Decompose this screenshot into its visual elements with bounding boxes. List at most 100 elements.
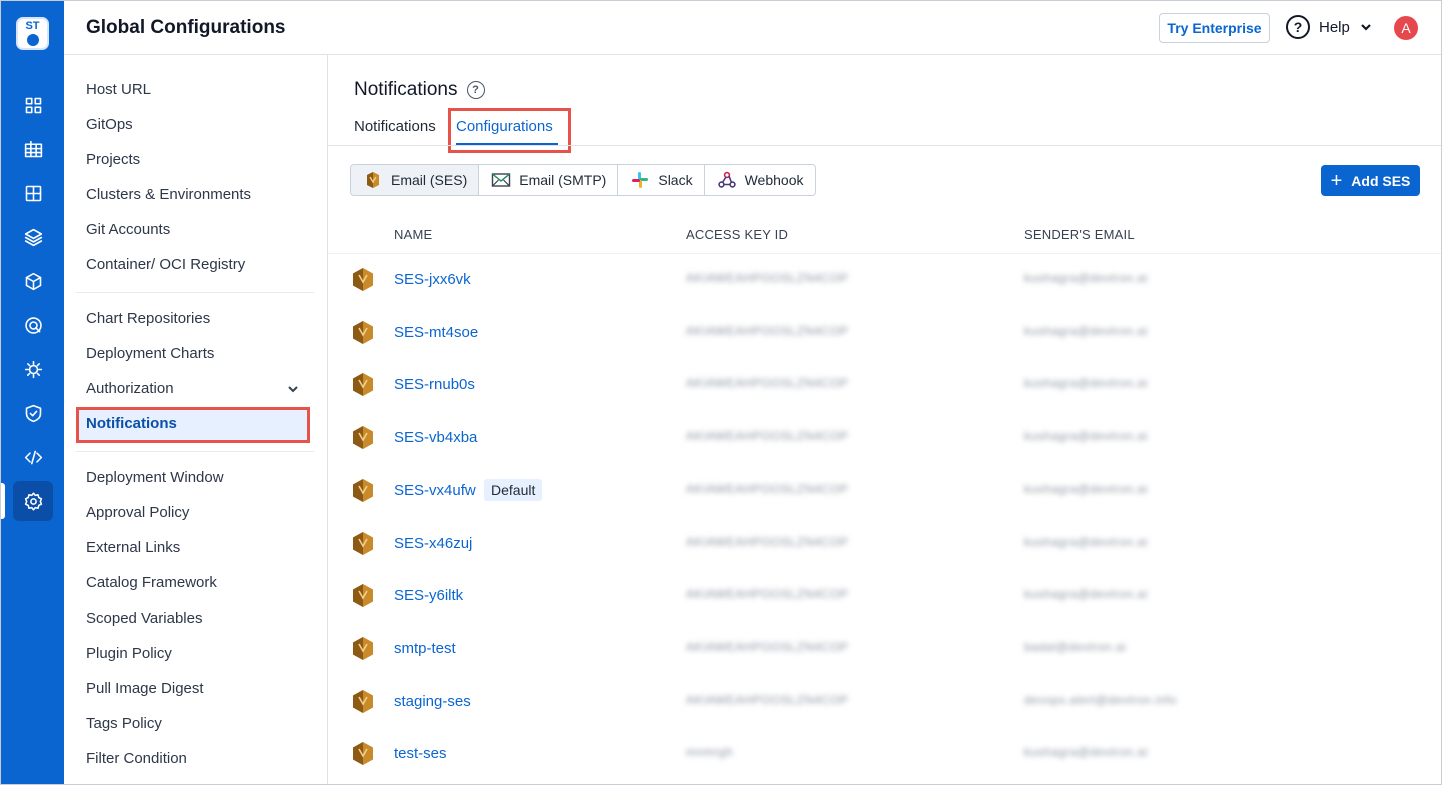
apps-icon[interactable] [13,85,53,125]
sender-email-value: kushagra@devtron.ai [1024,481,1148,496]
table-row[interactable]: SES-y6iltk AKIAWEAHPOOSLZN4COP kushagra@de… [328,570,1441,623]
sender-email-value: kushagra@devtron.ai [1024,429,1148,444]
sender-email-value: kushagra@devtron.ai [1024,745,1148,760]
bug-icon[interactable] [13,349,53,389]
sidebar-item-clusters-environments[interactable]: Clusters & Environments [86,185,251,205]
app-window: ST Global Configurations Try Enterprise … [0,0,1442,785]
try-enterprise-button[interactable]: Try Enterprise [1159,13,1270,43]
segment-slack[interactable]: Slack [618,165,705,195]
sidebar-item-deployment-window[interactable]: Deployment Window [86,468,224,488]
sidebar-item-projects[interactable]: Projects [86,150,140,170]
segment-email-ses[interactable]: Email (SES) [351,165,480,195]
access-key-value: AKIAWEAHPOOSLZN4COP [686,534,849,549]
table-row[interactable]: SES-vx4ufw Default AKIAWEAHPOOSLZN4COP kush… [328,465,1441,518]
shield-check-icon[interactable] [13,393,53,433]
sender-email-value: kushagra@devtron.ai [1024,587,1148,602]
sidebar-divider [76,292,314,293]
sidebar-item-container-registry[interactable]: Container/ OCI Registry [86,255,245,275]
top-header: Global Configurations Try Enterprise ? H… [64,1,1441,55]
aws-ses-icon [353,531,373,555]
tab-configurations[interactable]: Configurations [456,118,553,135]
segment-webhook[interactable]: Webhook [704,165,815,195]
table-row[interactable]: smtp-test AKIAWEAHPOOSLZN4COP badal@devtro… [328,623,1441,676]
access-key-value: AKIAWEAHPOOSLZN4COP [686,376,849,391]
access-key-value: AKIAWEAHPOOSLZN4COP [686,692,849,707]
config-name-link[interactable]: SES-vx4ufw [394,482,476,499]
segment-label: Webhook [744,172,804,188]
help-icon: ? [1286,15,1310,39]
sidebar-item-pull-image-digest[interactable]: Pull Image Digest [86,679,204,699]
access-key-value: AKIAWEAHPOOSLZN4COP [686,429,849,444]
access-key-value: AKIAWEAHPOOSLZN4COP [686,481,849,496]
sidebar-item-gitops[interactable]: GitOps [86,115,133,135]
dashboard-icon[interactable] [13,173,53,213]
segment-email-smtp[interactable]: Email (SMTP) [479,165,619,195]
cube-icon[interactable] [13,261,53,301]
sender-email-value: kushagra@devtron.ai [1024,376,1148,391]
table-row[interactable]: SES-rnub0s AKIAWEAHPOOSLZN4COP kushagra@de… [328,359,1441,412]
sidebar-item-external-links[interactable]: External Links [86,538,180,558]
sidebar-item-notifications[interactable]: Notifications [76,407,310,443]
aws-ses-icon [353,426,373,450]
config-name-link[interactable]: SES-rnub0s [394,376,475,393]
page-title: Global Configurations [86,17,286,38]
config-name-link[interactable]: test-ses [394,745,447,762]
sidebar-item-tags-policy[interactable]: Tags Policy [86,714,162,734]
logo-mark-icon [26,34,39,46]
segment-label: Email (SMTP) [519,172,607,188]
config-name-link[interactable]: SES-jxx6vk [394,271,471,288]
app-logo[interactable]: ST [16,17,49,50]
section-title-text: Notifications [354,79,458,100]
aws-ses-icon [353,320,373,344]
config-name-link[interactable]: SES-mt4soe [394,324,478,341]
sidebar-item-approval-policy[interactable]: Approval Policy [86,503,189,523]
sender-email-value: kushagra@devtron.ai [1024,323,1148,338]
question-icon[interactable]: ? [466,81,485,99]
code-icon[interactable] [13,437,53,477]
aws-ses-icon [353,636,373,660]
access-key-value: AKIAWEAHPOOSLZN4COP [686,639,849,654]
sidebar-item-filter-condition[interactable]: Filter Condition [86,749,187,769]
table-row[interactable]: SES-jxx6vk AKIAWEAHPOOSLZN4COP kushagra@de… [328,254,1441,307]
sidebar-item-deployment-charts[interactable]: Deployment Charts [86,344,214,364]
chevron-down-icon[interactable] [286,382,300,396]
config-name-link[interactable]: SES-vb4xba [394,429,477,446]
sidebar-item-git-accounts[interactable]: Git Accounts [86,220,170,240]
segment-label: Slack [658,172,693,188]
table-row[interactable]: test-ses mnmrgh kushagra@devtron.ai [328,728,1441,781]
tab-notifications[interactable]: Notifications [354,118,436,135]
add-ses-label: Add SES [1351,172,1411,189]
add-ses-button[interactable]: + Add SES [1321,165,1420,196]
help-label: Help [1319,18,1350,36]
gear-icon[interactable] [13,481,53,521]
target-icon[interactable] [13,305,53,345]
aws-ses-icon [367,172,379,188]
config-name-link[interactable]: SES-y6iltk [394,587,463,604]
chevron-down-icon [1359,20,1373,34]
config-name-link[interactable]: staging-ses [394,693,471,710]
avatar[interactable]: A [1394,16,1418,40]
access-key-value: AKIAWEAHPOOSLZN4COP [686,271,849,285]
config-name-link[interactable]: SES-x46zuj [394,535,472,552]
table-row[interactable]: SES-vb4xba AKIAWEAHPOOSLZN4COP kushagra@de… [328,412,1441,465]
sidebar-item-scoped-variables[interactable]: Scoped Variables [86,609,202,629]
layers-icon[interactable] [13,217,53,257]
grid-table-icon[interactable] [13,129,53,169]
sender-email-value: devops.alert@devtron.info [1024,692,1177,707]
sidebar-item-authorization[interactable]: Authorization [86,379,174,399]
settings-sidebar: Host URL GitOps Projects Clusters & Envi… [64,55,328,784]
table-row[interactable]: SES-mt4soe AKIAWEAHPOOSLZN4COP kushagra@de… [328,307,1441,360]
aws-ses-icon [353,268,373,291]
table-row[interactable]: staging-ses AKIAWEAHPOOSLZN4COP devops.ale… [328,676,1441,729]
access-key-value: AKIAWEAHPOOSLZN4COP [686,323,849,338]
sidebar-item-chart-repositories[interactable]: Chart Repositories [86,309,210,329]
channel-segmented-control: Email (SES) Email (SMTP) Slack Webhook [350,164,816,196]
config-name-link[interactable]: smtp-test [394,640,456,657]
sidebar-item-plugin-policy[interactable]: Plugin Policy [86,644,172,664]
main-content: Notifications ? Notifications Configurat… [328,55,1441,784]
help-menu[interactable]: ? Help [1286,15,1373,39]
sidebar-item-host-url[interactable]: Host URL [86,80,151,100]
sidebar-item-label: Notifications [86,415,177,432]
table-row[interactable]: SES-x46zuj AKIAWEAHPOOSLZN4COP kushagra@de… [328,518,1441,571]
sidebar-item-catalog-framework[interactable]: Catalog Framework [86,573,217,593]
